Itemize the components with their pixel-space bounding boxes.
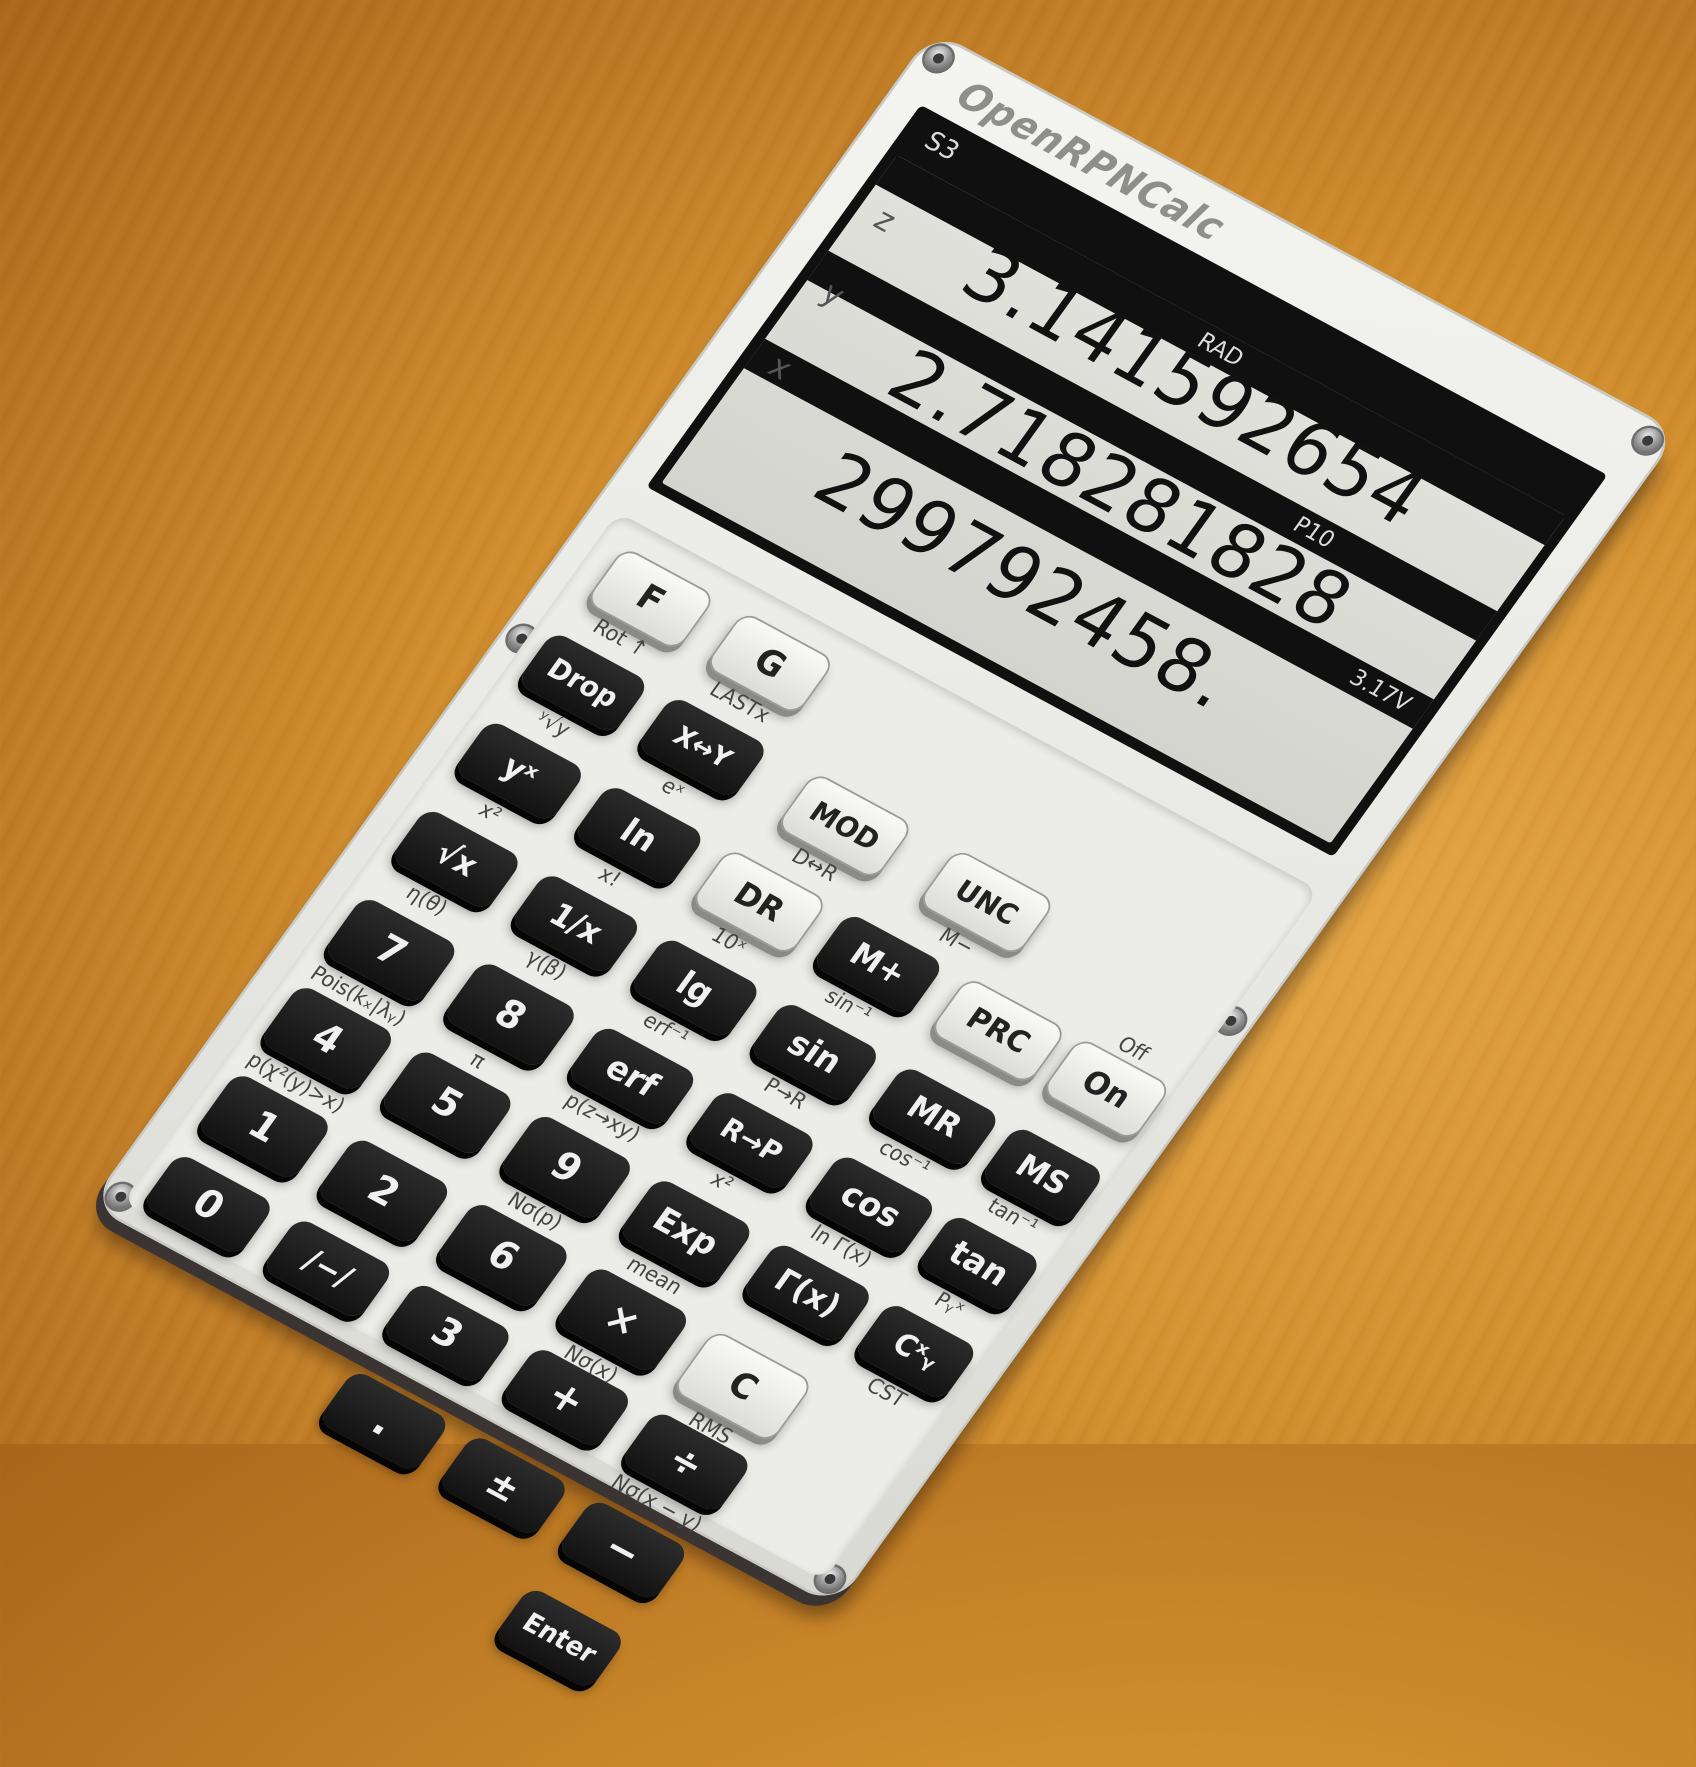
digit-3-key[interactable]: 3 <box>379 1280 515 1386</box>
enter-key[interactable]: Enter <box>492 1585 628 1691</box>
register-z-label: z <box>866 201 903 240</box>
shift-label-x-squared: x² <box>705 1166 739 1197</box>
shift-label-exp: eˣ <box>656 773 690 804</box>
shift-label-square: x² <box>474 797 507 828</box>
shift-label-factorial: x! <box>593 861 627 892</box>
digit-2-key[interactable]: 2 <box>314 1135 454 1247</box>
shift-label-pyx: Pᵧˣ <box>929 1287 970 1322</box>
ln-key[interactable]: ln <box>571 782 707 888</box>
battery-indicator: 3.17V <box>1344 664 1417 718</box>
stack-size-indicator: S3 <box>918 125 966 167</box>
shift-label-pi: π <box>465 1046 491 1074</box>
power-key[interactable]: yˣ <box>452 718 588 824</box>
plus-minus-key[interactable]: ± <box>436 1433 572 1539</box>
screw-icon <box>919 41 958 76</box>
on-key[interactable]: On <box>1039 1036 1173 1143</box>
fraction-key[interactable]: /−/ <box>260 1216 396 1322</box>
plus-key[interactable]: + <box>499 1344 635 1451</box>
prc-key[interactable]: PRC <box>927 975 1069 1086</box>
digit-5-key[interactable]: 5 <box>377 1047 517 1159</box>
digit-0-key[interactable]: 0 <box>141 1151 277 1257</box>
screw-icon <box>1628 423 1667 458</box>
